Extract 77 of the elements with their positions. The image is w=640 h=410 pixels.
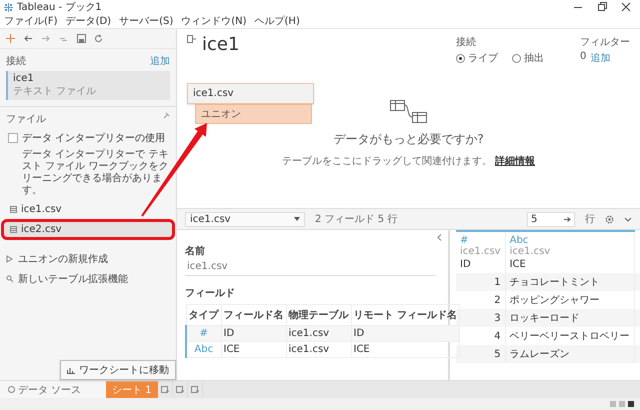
go-to-worksheet-tooltip[interactable]: ワークシートに移動 [60, 360, 176, 380]
table-icon [10, 206, 17, 213]
field-type: Abc [510, 235, 530, 246]
table-cell: ice1.csv [286, 326, 351, 342]
back-icon[interactable] [23, 34, 33, 43]
connection-name: ice1 [13, 73, 35, 84]
source-table: ice1.csv [460, 246, 501, 257]
menu-item[interactable]: サーバー(S) [119, 14, 174, 28]
file-item[interactable]: ice2.csv [4, 222, 172, 237]
window-title: Tableau - ブック1 [17, 0, 102, 14]
table-cell: ラムレーズン [505, 345, 634, 363]
filter-count: 0 [580, 51, 586, 64]
related-tables-icon [388, 99, 428, 125]
field-row-summary: 2 フィールド 5 行 [315, 213, 398, 226]
interpreter-description: データ インタープリターで テキスト ファイル ワークブックをクリーニングできる場合があります。 [21, 148, 170, 198]
add-filter-link[interactable]: 追加 [590, 51, 610, 65]
refresh-icon[interactable] [94, 34, 103, 43]
chevron-down-icon[interactable] [624, 216, 632, 222]
connection-item[interactable]: ice1 テキスト ファイル [6, 71, 170, 100]
app-icon [4, 2, 13, 12]
table-cell: ICE [221, 342, 286, 358]
arrow-right-icon [564, 216, 571, 222]
app-logo-icon[interactable] [6, 34, 15, 43]
field-name: ICE [510, 259, 527, 270]
union-icon [6, 255, 14, 263]
table-cell: ロッキーロード [505, 309, 634, 327]
file-item[interactable]: ice1.csv [4, 202, 172, 217]
field-type: # [460, 235, 470, 246]
extension-icon [6, 275, 14, 283]
filters-label: フィルター [580, 36, 630, 49]
collapse-icon[interactable] [437, 234, 442, 241]
checkbox-label: データ インタープリターの使用 [22, 132, 166, 145]
table-cell: 1 [456, 273, 506, 291]
section-label: 接続 [6, 54, 26, 68]
connection-type: テキスト ファイル [13, 85, 98, 98]
add-link[interactable]: 追加 [150, 54, 170, 68]
table-cell: 3 [456, 309, 506, 327]
name-field[interactable]: ice1.csv [185, 258, 436, 276]
drag-hint: テーブルをここにドラッグして関連付けます。 詳細情報 [282, 154, 536, 168]
row-count-field[interactable]: 5 [527, 212, 575, 226]
section-label: ファイル [6, 113, 46, 126]
union-drop-target[interactable]: ユニオン [195, 104, 312, 124]
connection-label: 接続 [456, 36, 477, 49]
source-table: ice1.csv [510, 246, 630, 257]
menu-item[interactable]: ファイル(F) [4, 14, 58, 28]
menu-item[interactable]: ヘルプ(H) [254, 14, 300, 28]
table-cell: ice1.csv [286, 342, 351, 358]
radio-button[interactable]: ライブ [456, 51, 498, 65]
bar-chart-icon [67, 366, 75, 374]
checkbox[interactable] [8, 133, 18, 143]
table-dropdown[interactable]: ice1.csv [185, 212, 305, 226]
new-dashboard-icon[interactable] [176, 386, 184, 394]
datasource-name[interactable]: ice1 [202, 35, 240, 55]
table-icon [10, 226, 17, 233]
canvas-table[interactable]: ice1.csv [187, 83, 314, 104]
field-name: ID [460, 259, 472, 270]
sidebar-action[interactable]: ユニオンの新規作成 [0, 249, 176, 269]
new-sheet-icon[interactable] [160, 386, 169, 394]
new-story-icon[interactable] [190, 386, 199, 394]
forward-icon[interactable] [41, 34, 51, 43]
save-icon[interactable] [77, 34, 86, 43]
fields-label: フィールド [185, 287, 236, 300]
radio-button[interactable]: 抽出 [512, 51, 544, 65]
empty-canvas-prompt: データがもっと必要ですか? [333, 131, 484, 148]
menu-item[interactable]: データ(D) [66, 14, 112, 28]
name-label: 名前 [185, 244, 206, 258]
datasource-tab[interactable]: データ ソース [0, 381, 106, 398]
caret-icon [294, 217, 300, 221]
settings-icon[interactable] [605, 214, 614, 224]
table-cell: ID [351, 326, 460, 342]
table-cell: チョコレートミント [505, 273, 634, 291]
table-cell: 5 [456, 345, 506, 363]
rows-label: 行 [585, 213, 595, 226]
learn-more-link[interactable]: 詳細情報 [495, 156, 536, 167]
menu-item[interactable]: ウィンドウ(N) [181, 14, 247, 28]
sidebar-action[interactable]: 新しいテーブル拡張機能 [0, 269, 176, 289]
table-cell: ID [221, 326, 286, 342]
